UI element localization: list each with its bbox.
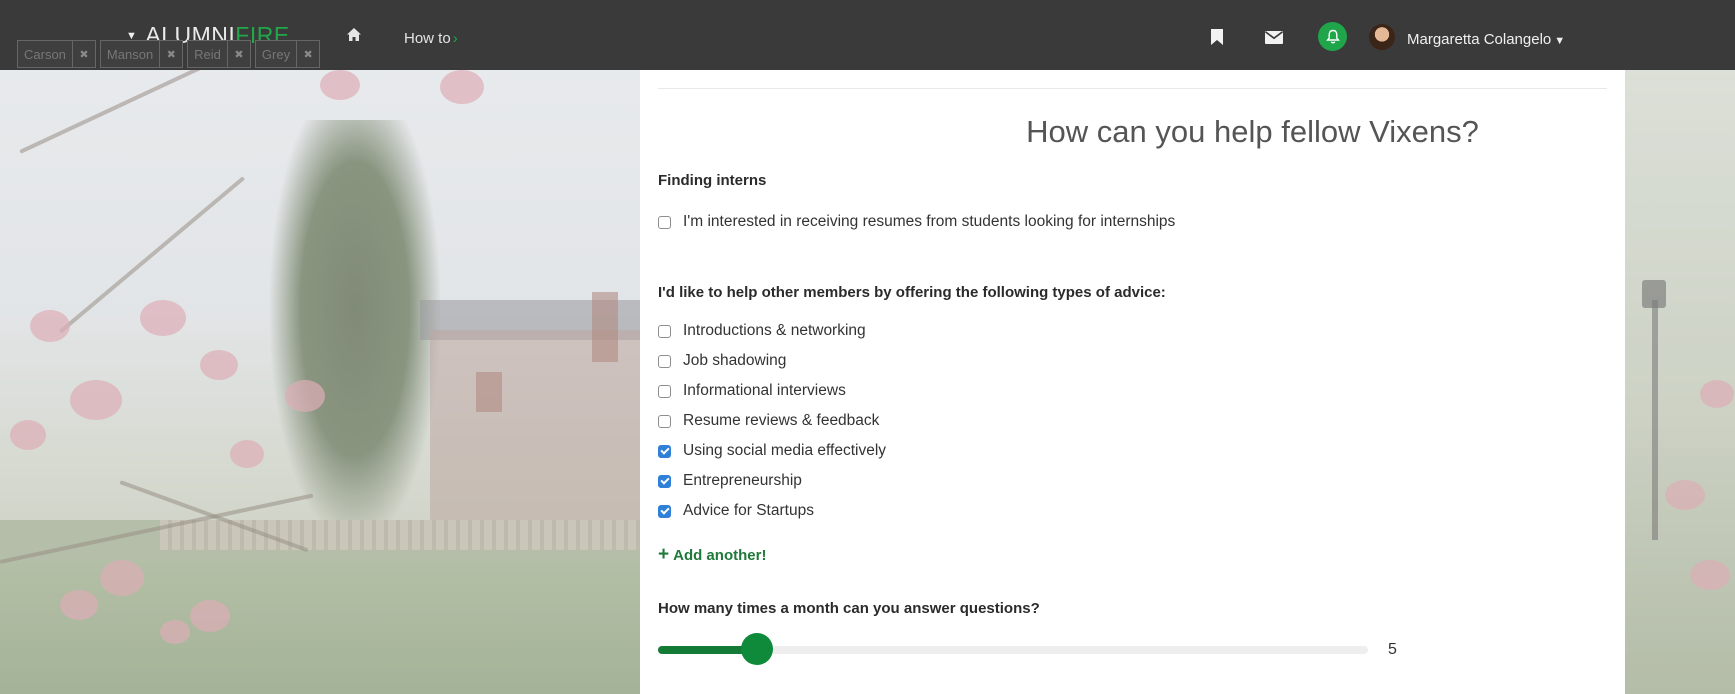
close-icon[interactable]: ✖ xyxy=(71,41,95,67)
checkbox-row-advice[interactable]: Job shadowing xyxy=(658,352,786,370)
checkbox[interactable] xyxy=(658,324,671,338)
plus-icon: + xyxy=(658,544,670,565)
checkbox[interactable] xyxy=(658,444,671,458)
checkbox-label: Using social media effectively xyxy=(683,442,887,459)
howto-label: How to xyxy=(404,30,451,47)
close-icon[interactable]: ✖ xyxy=(296,41,319,67)
chevron-right-icon: › xyxy=(452,30,458,47)
close-icon[interactable]: ✖ xyxy=(226,41,250,67)
checkbox-label: Resume reviews & feedback xyxy=(683,412,880,429)
checkbox-label: Job shadowing xyxy=(683,352,787,369)
frequency-slider[interactable] xyxy=(658,633,1368,665)
checkbox[interactable] xyxy=(658,414,671,428)
checkbox-row-advice[interactable]: Advice for Startups xyxy=(658,502,814,520)
checkbox-row-advice[interactable]: Introductions & networking xyxy=(658,322,866,340)
help-form-card: How can you help fellow Vixens? Finding … xyxy=(640,0,1625,694)
checkbox[interactable] xyxy=(658,504,671,518)
checkbox-label: Entrepreneurship xyxy=(683,472,802,489)
checkbox-row-advice[interactable]: Using social media effectively xyxy=(658,442,886,460)
top-navbar: ▼ ALUMNI FIRE How to › Carson ✖ Manson ✖ R… xyxy=(0,0,1735,70)
tag-label: Manson xyxy=(106,46,154,62)
add-another-link[interactable]: + Add another! xyxy=(658,544,766,566)
frequency-value: 5 xyxy=(1388,641,1397,658)
caret-down-icon: ▼ xyxy=(1554,35,1566,47)
frequency-question: How many times a month can you answer qu… xyxy=(658,600,1040,617)
section-label-advice: I'd like to help other members by offeri… xyxy=(658,284,1166,301)
notifications-button[interactable] xyxy=(1318,22,1347,51)
add-another-label: Add another! xyxy=(673,546,767,564)
checkbox-row-advice[interactable]: Resume reviews & feedback xyxy=(658,412,879,430)
divider xyxy=(658,88,1607,89)
bell-icon xyxy=(1325,29,1340,44)
close-icon[interactable]: ✖ xyxy=(159,41,182,67)
search-tags: Carson ✖ Manson ✖ Reid ✖ Grey ✖ xyxy=(17,40,321,68)
search-tag[interactable]: Manson ✖ xyxy=(99,40,184,68)
tag-label: Reid xyxy=(194,46,221,62)
search-tag[interactable]: Carson ✖ xyxy=(17,40,96,68)
mail-icon[interactable] xyxy=(1265,31,1283,44)
user-menu[interactable]: Margaretta Colangelo ▼ xyxy=(1407,31,1565,48)
bookmark-icon[interactable] xyxy=(1210,28,1224,46)
tag-label: Carson xyxy=(24,46,66,62)
checkbox-row-advice[interactable]: Entrepreneurship xyxy=(658,472,802,490)
avatar[interactable] xyxy=(1369,24,1395,50)
checkbox[interactable] xyxy=(658,384,671,398)
search-tag[interactable]: Reid ✖ xyxy=(187,40,251,68)
checkbox-row-advice[interactable]: Informational interviews xyxy=(658,382,846,400)
checkbox[interactable] xyxy=(658,215,671,229)
checkbox-label: Introductions & networking xyxy=(683,322,866,339)
page-title: How can you help fellow Vixens? xyxy=(1026,114,1479,149)
checkbox-label: Advice for Startups xyxy=(683,502,814,519)
slider-handle[interactable] xyxy=(741,633,773,665)
checkbox-label: I'm interested in receiving resumes from… xyxy=(683,213,1176,230)
user-name: Margaretta Colangelo xyxy=(1407,31,1552,48)
checkbox[interactable] xyxy=(658,474,671,488)
search-tag[interactable]: Grey ✖ xyxy=(254,40,321,68)
checkbox[interactable] xyxy=(658,354,671,368)
howto-link[interactable]: How to › xyxy=(404,30,458,47)
checkbox-label: Informational interviews xyxy=(683,382,846,399)
home-icon[interactable] xyxy=(346,27,362,43)
checkbox-row-interns[interactable]: I'm interested in receiving resumes from… xyxy=(658,213,1175,231)
tag-label: Grey xyxy=(261,46,291,62)
section-label-interns: Finding interns xyxy=(658,172,767,189)
